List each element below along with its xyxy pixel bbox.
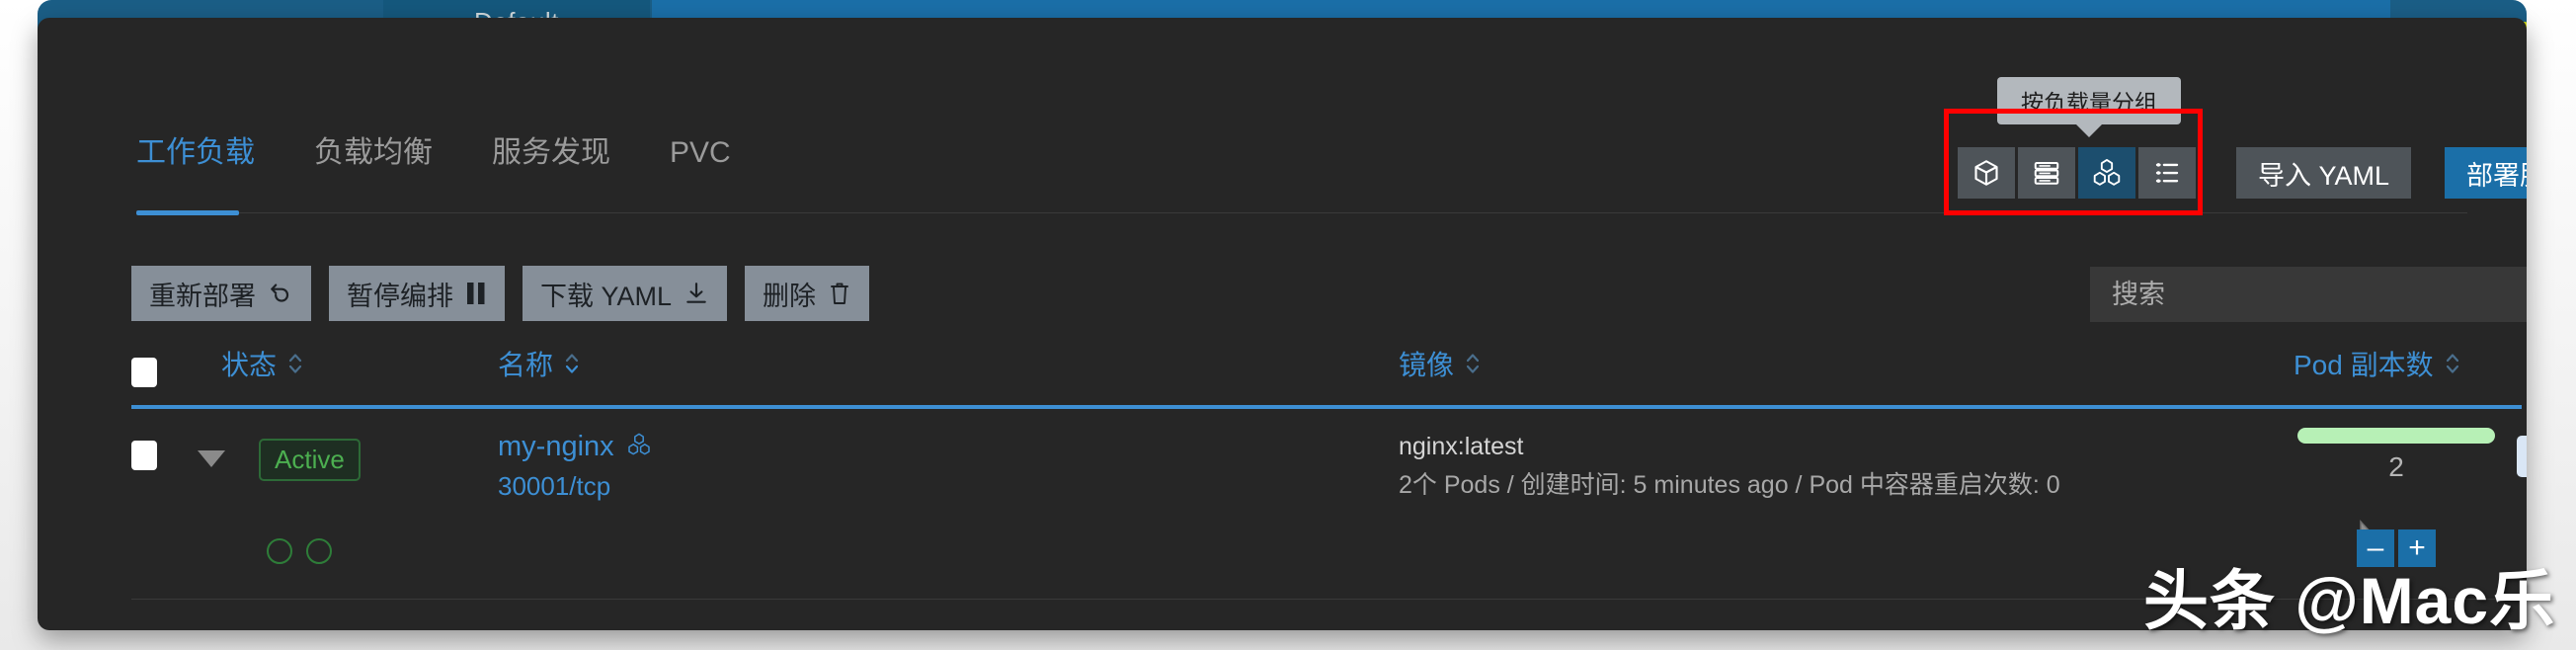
workload-name-link[interactable]: my-nginx [498,431,614,463]
deploy-service-button[interactable]: 部署服务 [2445,147,2527,199]
replica-count: 2 [2388,451,2404,482]
view-mode-toolbar [1958,147,2199,199]
section-tabs: 工作负载 负载均衡 服务发现 PVC [136,138,790,172]
tab-bar-divider [239,212,2467,213]
import-yaml-button[interactable]: 导入 YAML [2236,147,2412,199]
list-view-button[interactable] [2138,147,2196,199]
download-yaml-button[interactable]: 下载 YAML [523,266,728,321]
tab-service-discovery[interactable]: 服务发现 [492,138,610,172]
workload-panel: 工作负载 负载均衡 服务发现 PVC 按负载量分组 导入 YAML 部署 重新部… [38,18,2527,630]
replica-decrease-button[interactable]: – [2357,529,2394,567]
status-badge: Active [259,439,361,481]
deploy-service-label: 部署服务 [2466,160,2527,191]
pod-status-dot[interactable] [306,538,332,564]
active-tab-underline [136,210,239,215]
watermark: 头条 @Mac乐 [2143,564,2556,637]
trash-icon [828,281,851,306]
row-image-cell: nginx:latest 2个 Pods / 创建时间: 5 minutes a… [1399,433,2060,501]
delete-label: 删除 [763,281,817,311]
tab-workloads[interactable]: 工作负载 [136,138,255,172]
row-name-cell: my-nginx 30001/tcp [498,431,652,502]
sort-icon-status [286,350,304,377]
tab-pvc[interactable]: PVC [670,138,731,172]
pause-orchestration-label: 暂停编排 [347,281,453,311]
pod-status-dots [267,538,332,564]
image-name: nginx:latest [1399,433,1524,460]
plus-icon: + [2408,531,2426,564]
image-detail: 2个 Pods / 创建时间: 5 minutes ago / Pod 中容器重… [1399,471,2060,499]
tooltip-label: 按负载量分组 [2021,90,2157,116]
replica-progress-bar [2297,428,2495,444]
workload-port-link[interactable]: 30001/tcp [498,471,652,502]
row-menu-button[interactable] [2517,436,2527,477]
server-stack-view-button[interactable] [2018,147,2075,199]
column-header-replicas-label: Pod 副本数 [2294,350,2434,380]
cube-icon [1972,158,2001,188]
select-all-checkbox[interactable] [131,358,157,387]
workload-group-icon [2091,157,2123,189]
workload-group-icon [626,432,652,462]
group-by-load-button[interactable] [2078,147,2135,199]
replica-indicator: 2 [2297,428,2495,483]
table-header-divider [131,405,2522,409]
tab-pvc-label: PVC [670,136,731,169]
column-header-name-label: 名称 [498,350,554,380]
column-header-status[interactable]: 状态 [221,344,304,383]
table-header-row: 状态 名称 镜像 Pod 副本数 [38,344,2527,401]
bulk-action-toolbar: 重新部署 暂停编排 下载 YAML 删除 [131,266,887,321]
tab-load-balancing-label: 负载均衡 [314,136,433,169]
pause-orchestration-button[interactable]: 暂停编排 [329,266,505,321]
sort-icon-replicas [2444,350,2461,377]
delete-button[interactable]: 删除 [745,266,870,321]
expand-row-caret-icon[interactable] [198,450,225,467]
cube-view-button[interactable] [1958,147,2015,199]
import-yaml-label: 导入 YAML [2258,160,2390,191]
tab-load-balancing[interactable]: 负载均衡 [314,138,433,172]
column-header-name[interactable]: 名称 [498,344,581,383]
column-header-status-label: 状态 [221,350,278,380]
list-view-icon [2152,158,2182,188]
column-header-image-label: 镜像 [1399,350,1455,380]
column-header-image[interactable]: 镜像 [1399,344,1482,383]
search-input[interactable] [2090,267,2527,322]
pod-status-dot[interactable] [267,538,292,564]
tab-service-discovery-label: 服务发现 [492,136,610,169]
redeploy-button[interactable]: 重新部署 [131,266,311,321]
column-header-replicas[interactable]: Pod 副本数 [2294,344,2461,383]
pause-icon [465,281,487,306]
row-checkbox[interactable] [131,441,157,470]
table-row: Active my-nginx 30001/tcp nginx:latest 2… [38,413,2527,522]
sort-icon-name [563,350,581,377]
replica-stepper: – + [2357,529,2436,567]
redeploy-label: 重新部署 [149,281,256,311]
redo-icon [268,281,293,306]
tab-workloads-label: 工作负载 [136,136,255,169]
group-by-load-tooltip: 按负载量分组 [1997,77,2181,137]
download-yaml-label: 下载 YAML [540,281,673,311]
server-stack-icon [2032,158,2061,188]
minus-icon: – [2367,531,2384,564]
download-icon [684,281,709,306]
replica-increase-button[interactable]: + [2398,529,2436,567]
sort-icon-image [1464,350,1482,377]
screenshot-root: Default 工作负载 负载均衡 服务发现 PVC 按负载量分组 [0,0,2576,650]
